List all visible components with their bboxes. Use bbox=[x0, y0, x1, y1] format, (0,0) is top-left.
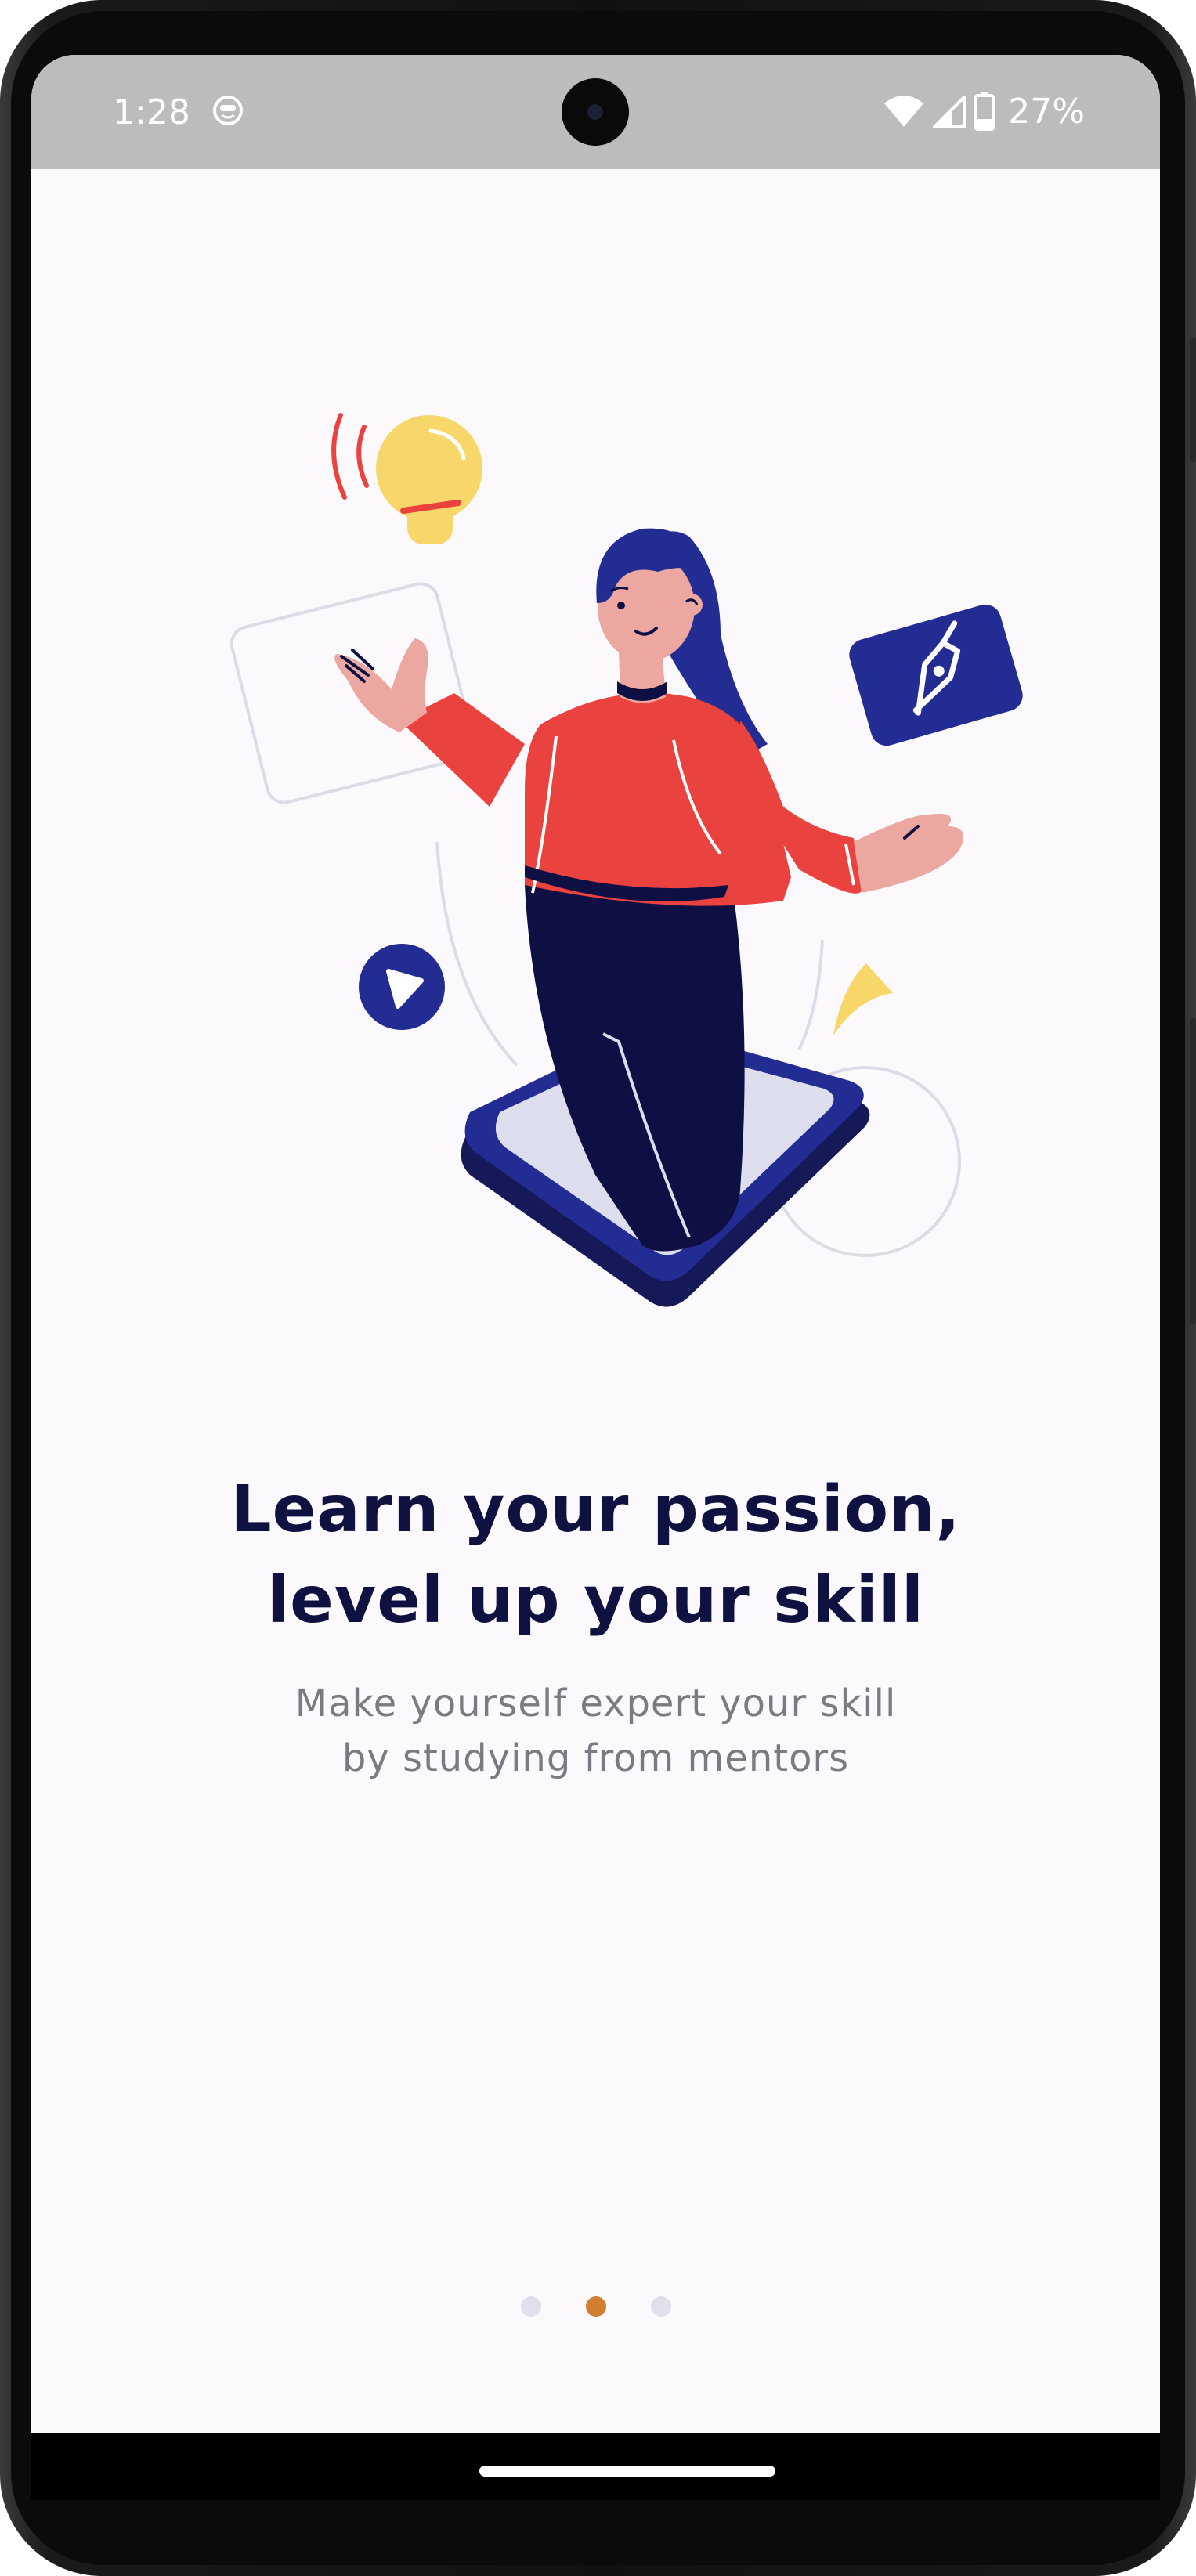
phone-frame: 1:28 27% Learn your passion, level up yo… bbox=[0, 0, 1196, 2576]
page-dot-3[interactable] bbox=[650, 2296, 671, 2317]
subtitle-line-2: by studying from mentors bbox=[341, 1736, 850, 1780]
onboarding-headline: Learn your passion, level up your skill bbox=[31, 1465, 1160, 1646]
app-screen: 1:28 27% Learn your passion, level up yo… bbox=[31, 55, 1160, 2495]
paper-plane-shape bbox=[833, 963, 893, 1035]
status-icons: 27% bbox=[883, 89, 1085, 133]
status-time: 1:28 bbox=[113, 92, 190, 132]
ear-shape bbox=[681, 594, 703, 616]
pen-tool-card-icon bbox=[849, 604, 1023, 746]
outline-card-shape bbox=[229, 582, 475, 804]
face-icon bbox=[213, 96, 243, 125]
play-icon bbox=[359, 944, 445, 1030]
page-dot-1[interactable] bbox=[520, 2296, 541, 2317]
eye-shape bbox=[617, 602, 625, 609]
decorative-arc bbox=[797, 939, 824, 1050]
volume-button bbox=[1190, 337, 1196, 462]
power-button bbox=[1190, 1018, 1196, 1324]
battery-icon bbox=[974, 92, 996, 131]
page-indicator bbox=[31, 2296, 1160, 2317]
battery-percentage: 27% bbox=[1008, 91, 1085, 132]
lightbulb-icon bbox=[331, 413, 482, 544]
left-hand-shape bbox=[334, 638, 428, 732]
navigation-bar bbox=[31, 2433, 1160, 2500]
front-camera bbox=[562, 78, 629, 146]
subtitle-line-1: Make yourself expert your skill bbox=[294, 1682, 897, 1725]
page-dot-2-active[interactable] bbox=[585, 2296, 606, 2317]
cell-signal-icon bbox=[933, 96, 967, 128]
decorative-arc bbox=[435, 841, 519, 1067]
wifi-icon bbox=[884, 96, 924, 127]
onboarding-subtitle: Make yourself expert your skill by study… bbox=[31, 1676, 1160, 1786]
home-indicator[interactable] bbox=[479, 2466, 775, 2477]
right-hand-shape bbox=[854, 814, 963, 893]
woman-emerging-from-phone-illustration bbox=[229, 413, 1023, 1307]
status-bar: 1:28 27% bbox=[31, 55, 1160, 169]
headline-line-2: level up your skill bbox=[267, 1563, 924, 1638]
headline-line-1: Learn your passion, bbox=[230, 1472, 961, 1547]
